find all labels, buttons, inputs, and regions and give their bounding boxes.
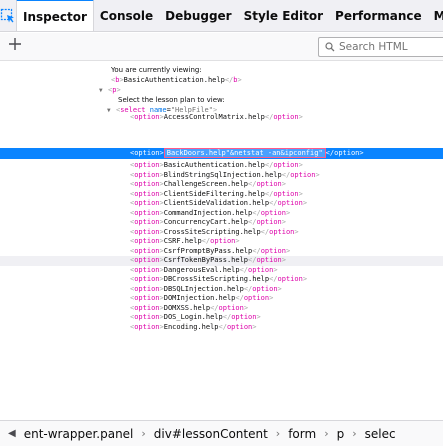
inspector-search-toolbar xyxy=(0,33,443,61)
tab-style-editor[interactable]: Style Editor xyxy=(238,0,329,31)
breadcrumb-separator-icon: › xyxy=(352,427,357,440)
markup-tree[interactable]: You are currently viewing: <b>BasicAuthe… xyxy=(0,62,443,420)
option-node-selected[interactable]: <option> BackDoors.help"&netstat -an&ipco… xyxy=(0,148,443,159)
breadcrumb-separator-icon: › xyxy=(141,427,146,440)
text-node[interactable]: You are currently viewing: xyxy=(0,66,443,76)
option-node[interactable]: <option>DOMInjection.help</option> xyxy=(0,294,443,304)
option-node[interactable]: <option>ChallengeScreen.help</option> xyxy=(0,180,443,190)
breadcrumb-separator-icon: › xyxy=(275,427,281,440)
p-element-node[interactable]: ▼ <p> xyxy=(0,86,443,96)
tab-memory[interactable]: Memo xyxy=(428,0,443,31)
breadcrumb-item[interactable]: ent-wrapper.panel xyxy=(22,427,136,441)
breadcrumb-item[interactable]: div#lessonContent xyxy=(152,427,270,441)
option-node[interactable]: <option>BasicAuthentication.help</option… xyxy=(0,161,443,171)
option-node-partial[interactable]: <option>AccessControlMatrix.help</option… xyxy=(0,113,443,126)
option-node[interactable]: <option>Encoding.help</option> xyxy=(0,323,443,333)
element-picker-button[interactable] xyxy=(0,0,16,31)
option-node[interactable]: <option>DOMXSS.help</option> xyxy=(0,304,443,314)
search-icon xyxy=(325,42,335,52)
option-node[interactable]: <option>CsrfTokenByPass.help</option> xyxy=(0,256,443,266)
add-node-button[interactable] xyxy=(8,37,28,57)
scroll-left-icon[interactable]: ◀ xyxy=(8,428,16,439)
option-node[interactable]: <option>CsrfPromptByPass.help</option> xyxy=(0,247,443,257)
option-node[interactable]: <option>ConcurrencyCart.help</option> xyxy=(0,218,443,228)
option-node[interactable]: <option>ClientSideFiltering.help</option… xyxy=(0,190,443,200)
devtools-tab-toolbar: Inspector Console Debugger Style Editor … xyxy=(0,0,443,32)
search-html-input[interactable] xyxy=(339,41,439,53)
option-node[interactable]: <option>DBCrossSiteScripting.help</optio… xyxy=(0,275,443,285)
tab-inspector[interactable]: Inspector xyxy=(16,0,94,31)
breadcrumb-separator-icon: › xyxy=(324,427,329,440)
tab-performance[interactable]: Performance xyxy=(329,0,428,31)
b-element-node[interactable]: <b>BasicAuthentication.help</b> xyxy=(0,76,443,86)
option-node[interactable]: <option>ClientSideValidation.help</optio… xyxy=(0,199,443,209)
breadcrumb-item[interactable]: selec xyxy=(363,427,398,441)
breadcrumb-item[interactable]: form xyxy=(286,427,318,441)
plus-icon xyxy=(9,38,21,50)
breadcrumb-item[interactable]: p xyxy=(335,427,347,441)
text-node[interactable]: Select the lesson plan to view: xyxy=(0,96,443,106)
option-node[interactable]: <option>CommandInjection.help</option> xyxy=(0,209,443,219)
option-text-editor[interactable]: BackDoors.help"&netstat -an&ipconfig" xyxy=(163,148,326,158)
option-node[interactable]: <option>CrossSiteScripting.help</option> xyxy=(0,228,443,238)
option-node[interactable]: <option>DOS_Login.help</option> xyxy=(0,313,443,323)
option-node[interactable]: <option>DangerousEval.help</option> xyxy=(0,266,443,276)
option-node[interactable]: <option>DBSQLInjection.help</option> xyxy=(0,285,443,295)
expand-twisty-icon[interactable]: ▼ xyxy=(99,86,103,96)
breadcrumb: ◀ ent-wrapper.panel › div#lessonContent … xyxy=(0,420,443,446)
element-picker-icon xyxy=(0,8,14,22)
tab-debugger[interactable]: Debugger xyxy=(159,0,237,31)
option-node[interactable]: <option>BlindStringSqlInjection.help</op… xyxy=(0,171,443,181)
option-node[interactable]: <option>CSRF.help</option> xyxy=(0,237,443,247)
search-html-field[interactable] xyxy=(318,37,443,57)
expand-twisty-icon[interactable]: ▼ xyxy=(107,106,111,116)
tab-console[interactable]: Console xyxy=(94,0,159,31)
